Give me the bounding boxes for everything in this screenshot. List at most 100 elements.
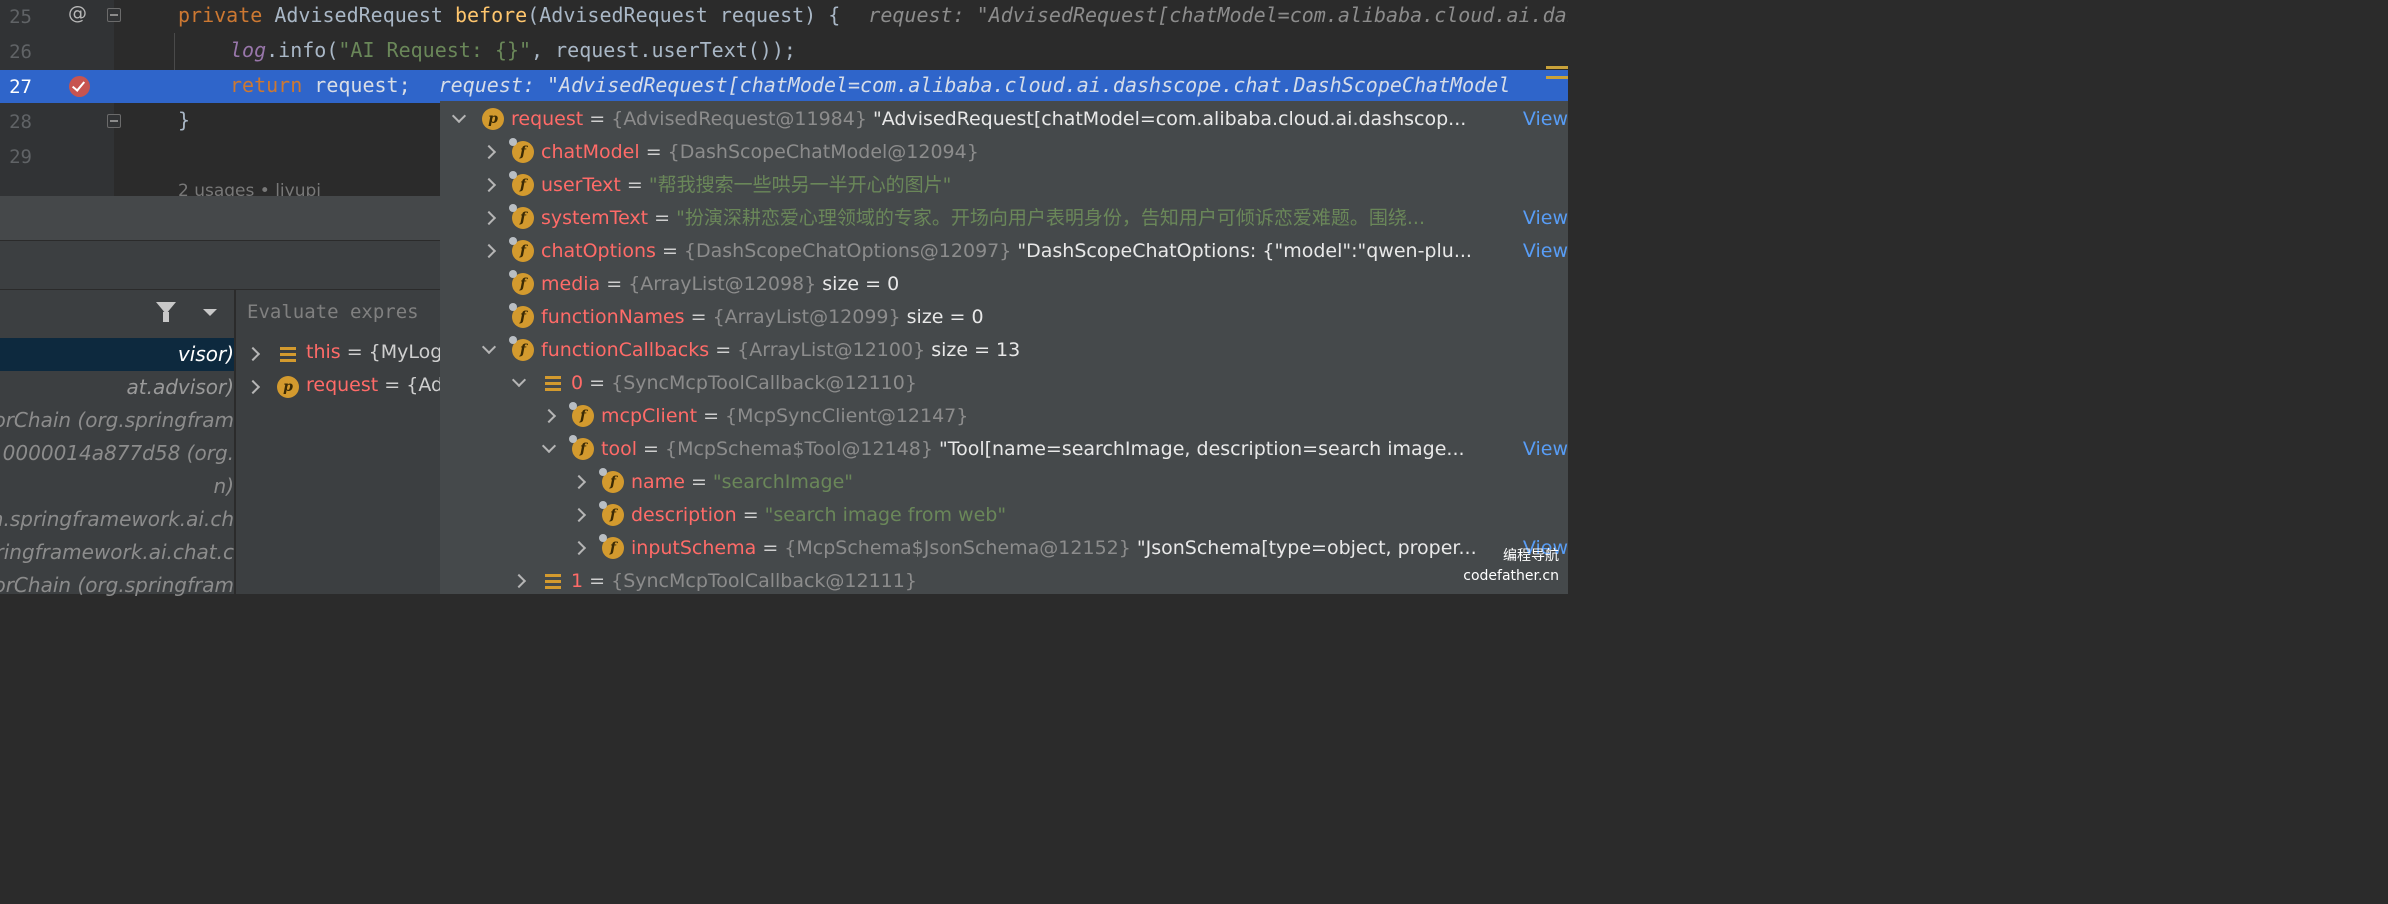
tree-node-text[interactable]: chatOptions = {DashScopeChatOptions@1209… <box>541 235 1472 268</box>
tree-node-text[interactable]: media = {ArrayList@12098} size = 0 <box>541 268 899 301</box>
node-name[interactable]: request <box>511 108 583 130</box>
fold-toggle-icon[interactable] <box>107 8 121 22</box>
tree-node[interactable]: f inputSchema = {McpSchema$JsonSchema@121… <box>572 532 1568 565</box>
stack-frame[interactable]: ringframework.ai.chat.c <box>0 536 234 569</box>
line-number[interactable]: 26 <box>0 41 32 63</box>
code-line[interactable]: 26 log.info("AI Request: {}", request.use… <box>0 35 1568 68</box>
tree-node[interactable]: f description = "search image from web" <box>572 499 1568 532</box>
variable-name[interactable]: this <box>306 341 341 363</box>
tree-node-text[interactable]: request = {AdvisedRequest@11984} "Advise… <box>511 103 1466 136</box>
tree-node-text[interactable]: description = "search image from web" <box>631 499 1006 532</box>
collapse-arrow-icon[interactable] <box>512 367 524 400</box>
node-name[interactable]: media <box>541 273 600 295</box>
tree-node-text[interactable]: chatModel = {DashScopeChatModel@12094} <box>541 136 979 169</box>
tree-node-text[interactable]: inputSchema = {McpSchema$JsonSchema@1215… <box>631 532 1477 565</box>
code-text[interactable]: private AdvisedRequest before(AdvisedReq… <box>178 3 1568 27</box>
tree-node-text[interactable]: mcpClient = {McpSyncClient@12147} <box>601 400 968 433</box>
tree-node[interactable]: f name = "searchImage" <box>572 466 1568 499</box>
node-name[interactable]: systemText <box>541 207 648 229</box>
tree-node[interactable]: f functionNames = {ArrayList@12099} size … <box>482 301 1568 334</box>
tree-node-text[interactable]: name = "searchImage" <box>631 466 853 499</box>
evaluate-expression-placeholder[interactable]: Evaluate expres <box>247 301 419 323</box>
expand-arrow-icon[interactable] <box>246 338 258 371</box>
stack-frame[interactable]: orChain (org.springfram <box>0 569 234 602</box>
collapse-arrow-icon[interactable] <box>482 334 494 367</box>
view-link[interactable]: View <box>1518 235 1568 268</box>
inline-debug-value[interactable]: request: "AdvisedRequest[chatModel=com.a… <box>868 3 1568 27</box>
stack-frame-label[interactable]: ringframework.ai.chat.c <box>0 540 234 564</box>
node-name[interactable]: inputSchema <box>631 537 756 559</box>
variable-name[interactable]: request <box>306 374 378 396</box>
line-number[interactable]: 27 <box>0 76 32 98</box>
tree-node-text[interactable]: tool = {McpSchema$Tool@12148} "Tool[name… <box>601 433 1465 466</box>
node-name[interactable]: mcpClient <box>601 405 697 427</box>
tree-node[interactable]: f tool = {McpSchema$Tool@12148} "Tool[nam… <box>542 433 1568 466</box>
expand-arrow-icon[interactable] <box>482 235 494 268</box>
line-number[interactable]: 28 <box>0 111 32 133</box>
variable-text[interactable]: this = {MyLog <box>306 341 440 363</box>
override-annotation-icon[interactable]: @ <box>68 2 87 24</box>
stack-frame[interactable]: at.advisor) <box>0 371 234 404</box>
tree-node-text[interactable]: userText = "帮我搜索一些哄另一半开心的图片" <box>541 169 951 202</box>
expand-arrow-icon[interactable] <box>542 400 554 433</box>
usages-hint[interactable]: 2 usages • liyupi <box>178 181 321 196</box>
expand-arrow-icon[interactable] <box>482 202 494 235</box>
expand-arrow-icon[interactable] <box>512 565 524 598</box>
stack-frame[interactable]: visor) <box>0 338 234 371</box>
breakpoint-icon[interactable] <box>69 76 90 97</box>
stack-frame[interactable]: n.springframework.ai.ch <box>0 503 234 536</box>
expand-arrow-icon[interactable] <box>572 466 584 499</box>
stack-frame-label[interactable]: at.advisor) <box>127 375 234 399</box>
chevron-down-icon[interactable] <box>203 309 217 316</box>
tree-node[interactable]: f userText = "帮我搜索一些哄另一半开心的图片" <box>482 169 1568 202</box>
node-name[interactable]: chatModel <box>541 141 640 163</box>
tree-node[interactable]: f systemText = "扮演深耕恋爱心理领域的专家。开场向用户表明身份，告… <box>482 202 1568 235</box>
tree-node[interactable]: f functionCallbacks = {ArrayList@12100} s… <box>482 334 1568 367</box>
tree-node[interactable]: f chatOptions = {DashScopeChatOptions@120… <box>482 235 1568 268</box>
expand-arrow-icon[interactable] <box>482 169 494 202</box>
stack-frame-label[interactable]: visor) <box>178 342 234 366</box>
node-name[interactable]: chatOptions <box>541 240 656 262</box>
stack-frame-label[interactable]: orChain (org.springfram <box>0 408 234 432</box>
stack-frame-label[interactable]: n) <box>214 474 234 498</box>
view-link[interactable]: View <box>1518 103 1568 136</box>
expand-arrow-icon[interactable] <box>572 499 584 532</box>
collapse-arrow-icon[interactable] <box>542 433 554 466</box>
stack-frame[interactable]: n) <box>0 470 234 503</box>
tree-node-text[interactable]: 0 = {SyncMcpToolCallback@12110} <box>571 367 917 400</box>
stack-frame-label[interactable]: orChain (org.springfram <box>0 573 234 597</box>
tree-node-text[interactable]: functionCallbacks = {ArrayList@12100} si… <box>541 334 1020 367</box>
line-number[interactable]: 25 <box>0 6 32 28</box>
stack-frame-label[interactable]: 0000014a877d58 (org. <box>3 441 234 465</box>
node-name[interactable]: 0 <box>571 372 583 394</box>
tree-node[interactable]: f media = {ArrayList@12098} size = 0 <box>482 268 1568 301</box>
expand-arrow-icon[interactable] <box>246 371 258 404</box>
variable-row[interactable]: p request = {Ad <box>236 371 440 404</box>
tree-node-text[interactable]: systemText = "扮演深耕恋爱心理领域的专家。开场向用户表明身份，告知… <box>541 202 1425 235</box>
node-name[interactable]: name <box>631 471 685 493</box>
variable-row[interactable]: this = {MyLog <box>236 338 440 371</box>
scrollbar-marker[interactable] <box>1546 76 1568 79</box>
node-name[interactable]: tool <box>601 438 637 460</box>
tree-node-text[interactable]: functionNames = {ArrayList@12099} size =… <box>541 301 984 334</box>
view-link[interactable]: View <box>1518 202 1568 235</box>
node-name[interactable]: 1 <box>571 570 583 592</box>
code-text[interactable]: } <box>178 108 190 132</box>
scrollbar-marker[interactable] <box>1546 66 1568 69</box>
variable-text[interactable]: request = {Ad <box>306 374 440 396</box>
node-name[interactable]: description <box>631 504 737 526</box>
code-line[interactable]: 27 return request; request: "AdvisedReques… <box>0 70 1568 103</box>
code-line[interactable]: 25 private AdvisedRequest before(AdvisedR… <box>0 0 1568 33</box>
tree-node[interactable]: 1 = {SyncMcpToolCallback@12111} <box>512 565 1568 598</box>
expand-arrow-icon[interactable] <box>482 136 494 169</box>
collapse-arrow-icon[interactable] <box>452 103 464 136</box>
tree-node[interactable]: f chatModel = {DashScopeChatModel@12094} <box>482 136 1568 169</box>
tree-node[interactable]: 0 = {SyncMcpToolCallback@12110} <box>512 367 1568 400</box>
variable-value[interactable]: = {MyLog <box>347 341 440 363</box>
fold-toggle-icon[interactable] <box>107 114 121 128</box>
expand-arrow-icon[interactable] <box>572 532 584 565</box>
stack-frame[interactable]: orChain (org.springfram <box>0 404 234 437</box>
node-name[interactable]: userText <box>541 174 621 196</box>
line-number[interactable]: 29 <box>0 146 32 168</box>
stack-frame[interactable]: 0000014a877d58 (org. <box>0 437 234 470</box>
